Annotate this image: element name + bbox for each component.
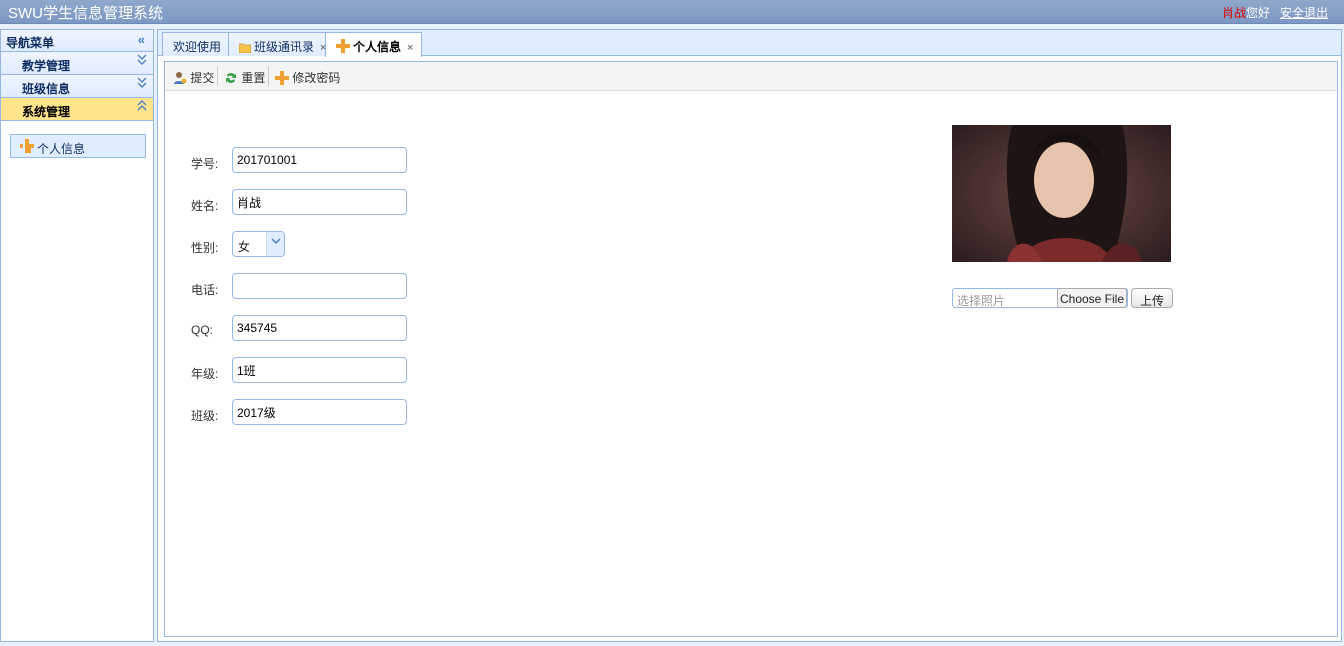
name-label: 姓名: <box>191 199 219 213</box>
file-placeholder: 选择照片 <box>957 294 1006 308</box>
sidebar-header: 导航菜单 « <box>1 30 153 52</box>
collapse-icon <box>137 100 147 115</box>
sidebar-section-label: 班级信息 <box>22 82 71 96</box>
tab-welcome[interactable]: 欢迎使用 <box>162 32 231 56</box>
phone-field[interactable] <box>232 273 407 299</box>
name-field[interactable] <box>232 189 407 215</box>
upload-button[interactable]: 上传 <box>1131 288 1173 308</box>
greeting: 您好 <box>1245 6 1270 20</box>
logout-link[interactable]: 安全退出 <box>1280 6 1328 20</box>
sidebar-item-personal-info[interactable]: 个人信息 <box>10 134 146 158</box>
toolbar-divider <box>217 66 218 86</box>
expand-icon <box>137 54 147 69</box>
sidebar-section-teaching[interactable]: 教学管理 <box>1 52 153 75</box>
expand-icon <box>137 77 147 92</box>
gender-value: 女 <box>238 240 251 254</box>
submit-button[interactable]: 提交 <box>173 69 214 88</box>
app-header: SWU学生信息管理系统 肖战您好 安全退出 <box>0 0 1344 24</box>
submit-label: 提交 <box>190 71 215 85</box>
change-password-label: 修改密码 <box>292 71 341 85</box>
profile-photo <box>952 125 1171 262</box>
user-icon <box>173 71 187 88</box>
sidebar-section-label: 教学管理 <box>22 59 71 73</box>
grade-field[interactable] <box>232 357 407 383</box>
sidebar-section-label: 系统管理 <box>22 105 71 119</box>
gender-select[interactable]: 女 <box>232 231 285 257</box>
puzzle-icon <box>20 139 34 153</box>
puzzle-icon <box>275 71 289 88</box>
phone-label: 电话: <box>191 283 219 297</box>
collapse-sidebar-icon[interactable]: « <box>138 32 145 47</box>
app-title: SWU学生信息管理系统 <box>8 5 163 22</box>
user-area: 肖战您好 安全退出 <box>1222 4 1328 21</box>
choose-file-button[interactable]: Choose File <box>1057 288 1127 308</box>
sidebar-section-system[interactable]: 系统管理 <box>1 98 153 121</box>
reset-button[interactable]: 重置 <box>224 69 265 88</box>
qq-field[interactable] <box>232 315 407 341</box>
tab-personal-info[interactable]: 个人信息 × <box>325 32 423 57</box>
student-id-label: 学号: <box>191 157 219 171</box>
tab-bar: 欢迎使用 班级通讯录 × 个人信息 × <box>158 30 1341 57</box>
tab-label: 欢迎使用 <box>173 40 222 54</box>
folder-icon <box>238 42 252 56</box>
chevron-down-icon[interactable] <box>266 232 284 256</box>
sidebar-title: 导航菜单 <box>6 36 55 50</box>
qq-label: QQ: <box>191 323 214 337</box>
student-id-field[interactable] <box>232 147 407 173</box>
photo-file-input[interactable]: 选择照片 Choose File <box>952 288 1128 308</box>
personal-info-panel: 提交 重置 修改密码 学号: 姓名: 性别: 女 <box>164 61 1338 637</box>
class-field[interactable] <box>232 399 407 425</box>
tab-class-contacts[interactable]: 班级通讯录 × <box>228 32 336 56</box>
sidebar: 导航菜单 « 教学管理 班级信息 系统管理 个人信息 <box>0 29 154 642</box>
close-icon[interactable]: × <box>407 42 413 54</box>
refresh-icon <box>224 71 238 88</box>
tab-label: 个人信息 <box>353 40 402 54</box>
sidebar-item-label: 个人信息 <box>37 142 86 156</box>
main-panel: 欢迎使用 班级通讯录 × 个人信息 × 提交 重置 修改密码 学号: 20170… <box>157 29 1342 642</box>
sidebar-section-class-info[interactable]: 班级信息 <box>1 75 153 98</box>
reset-label: 重置 <box>241 71 266 85</box>
toolbar-divider <box>268 66 269 86</box>
tab-label: 班级通讯录 <box>254 40 315 54</box>
change-password-button[interactable]: 修改密码 <box>275 69 340 88</box>
gender-label: 性别: <box>191 241 219 255</box>
toolbar: 提交 重置 修改密码 <box>165 62 1337 91</box>
grade-label: 年级: <box>191 367 219 381</box>
class-label: 班级: <box>191 409 219 423</box>
puzzle-icon <box>336 39 350 56</box>
username: 肖战 <box>1221 6 1246 20</box>
